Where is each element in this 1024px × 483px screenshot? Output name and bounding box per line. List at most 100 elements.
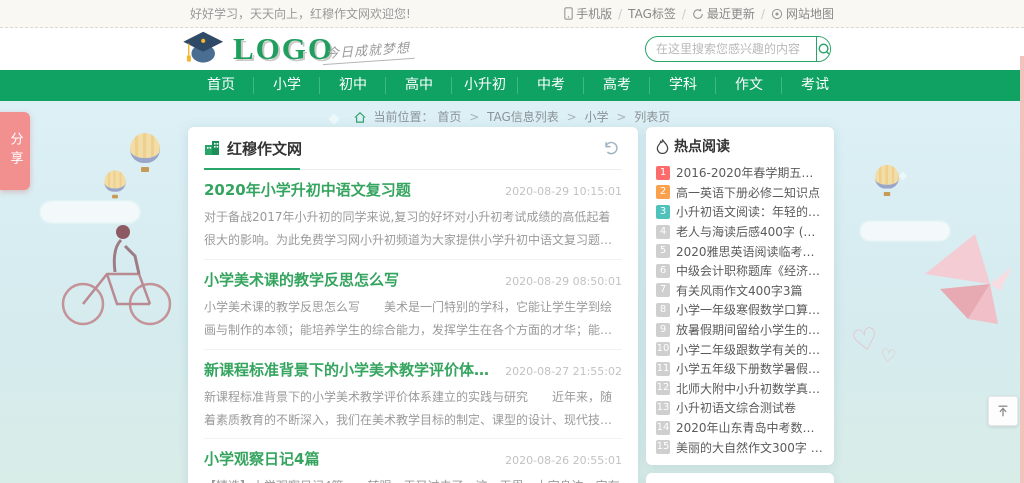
rank-badge: 8 [656, 303, 670, 317]
hot-item-text: 小升初语文阅读：年轻的国旗 [676, 203, 824, 220]
breadcrumb: 当前位置： 首页 > TAG信息列表 > 小学 > 列表页 [0, 108, 1024, 125]
page-scrollbar[interactable] [1020, 56, 1024, 483]
breadcrumb-xiaoxue[interactable]: 小学 [585, 110, 609, 124]
nav-item-zuowen[interactable]: 作文 [716, 70, 782, 101]
rank-badge: 2 [656, 185, 670, 199]
site-logo[interactable]: LOGO [183, 30, 334, 68]
heart-icon: ♡ [878, 345, 898, 368]
article-title-link[interactable]: 新课程标准背景下的小学美术教学评价体系建立的实践与研究 [204, 359, 497, 380]
share-label: 分享 [6, 132, 25, 170]
rank-badge: 10 [656, 342, 670, 356]
article-title-link[interactable]: 小学美术课的教学反思怎么写 [204, 269, 399, 290]
nav-item-subject[interactable]: 学科 [650, 70, 716, 101]
top-bar: 好好学习，天天向上，红穆作文网欢迎您! 手机版 / TAG标签 / 最近更新 /… [0, 0, 1024, 28]
search-icon [817, 42, 831, 57]
hot-item-text: 北师大附中小升初数学真题汇编 [676, 380, 824, 397]
hot-item-text: 2016-2020年春学期五年级语文下期末模拟 [676, 164, 824, 181]
breadcrumb-separator: > [567, 110, 577, 124]
breadcrumb-home[interactable]: 首页 [437, 110, 461, 124]
breadcrumb-separator: > [616, 110, 626, 124]
breadcrumb-taglist[interactable]: TAG信息列表 [487, 110, 559, 124]
graduation-cap-icon [183, 30, 227, 68]
undo-icon[interactable] [602, 139, 620, 161]
article-item: 小学观察日记4篇 2020-08-26 20:55:01 【精选】小学观察日记4… [204, 439, 622, 483]
recommend-reading-panel: 推荐阅读 1最欣赏的人作文400字 (精选3篇) 2关于感恩的中考满分作文600… [646, 473, 834, 483]
cloud-illustration [40, 201, 140, 223]
hot-item-text: 高一英语下册必修二知识点 [676, 184, 820, 201]
hot-item-text: 中级会计职称题库《经济法》检测题 [676, 262, 824, 279]
hot-list-item[interactable]: 9放暑假期间留给小学生的三年级英语作文范文 [656, 320, 824, 340]
recent-update-link[interactable]: 最近更新 [692, 5, 755, 22]
article-item: 小学美术课的教学反思怎么写 2020-08-29 08:50:01 小学美术课的… [204, 260, 622, 350]
hot-list-item[interactable]: 8 小学一年级寒假数学口算练习题三篇 [656, 300, 824, 320]
hot-reading-panel: 热点阅读 1 2016-2020年春学期五年级语文下期末模拟 2 高一英语下册必修二… [646, 127, 834, 465]
search-input[interactable] [646, 37, 816, 61]
article-title-link[interactable]: 小学观察日记4篇 [204, 448, 319, 469]
article-excerpt: 【精选】小学观察日记4篇 转眼一天又过去了，这一天里，大家身边一定有一些有趣的见… [204, 475, 622, 483]
article-date: 2020-08-26 20:55:01 [505, 454, 622, 467]
share-button[interactable]: 分享 [0, 112, 30, 190]
logo-text: LOGO [233, 31, 334, 67]
nav-item-primary[interactable]: 小学 [254, 70, 320, 101]
hot-list-item[interactable]: 6 中级会计职称题库《经济法》检测题 [656, 261, 824, 281]
phone-icon [564, 7, 573, 20]
hot-list-item[interactable]: 14 2020年山东青岛中考数学真题 (已公布) [656, 418, 824, 438]
recent-update-icon [692, 8, 704, 20]
hot-item-text: 2020年山东青岛中考数学真题 (已公布) [676, 419, 824, 436]
article-title-link[interactable]: 2020年小学升初中语文复习题 [204, 179, 411, 200]
mobile-version-link[interactable]: 手机版 [564, 5, 612, 22]
top-links: 手机版 / TAG标签 / 最近更新 / 网站地图 [564, 5, 834, 22]
article-excerpt: 小学美术课的教学反思怎么写 美术是一门特别的学科，它能让学生学到绘画与制作的本领… [204, 296, 622, 343]
hot-item-text: 有关风雨作文400字3篇 [676, 282, 803, 299]
hot-list-item[interactable]: 15美丽的大自然作文300字 (精选3篇) [656, 437, 824, 457]
breadcrumb-current: 列表页 [634, 110, 670, 124]
hot-list-item[interactable]: 12北师大附中小升初数学真题汇编 [656, 379, 824, 399]
back-to-top-button[interactable] [988, 396, 1018, 426]
site-slogan: 今日成就梦想 [321, 37, 414, 65]
back-to-top-icon [996, 404, 1010, 418]
sitemap-icon [771, 8, 783, 20]
tag-link[interactable]: TAG标签 [628, 5, 676, 22]
hot-list-item[interactable]: 10 小学二年级跟数学有关的日记 [656, 339, 824, 359]
rank-badge: 6 [656, 264, 670, 278]
home-icon [354, 112, 366, 123]
article-excerpt: 对于备战2017年小升初的同学来说,复习的好坏对小升初考试成绩的高低起着很大的影… [204, 206, 622, 253]
hot-panel-header: 热点阅读 [656, 136, 824, 156]
hot-list-item[interactable]: 11小学五年级下册数学暑假作业答案【20-61 [656, 359, 824, 379]
hot-item-text: 小学二年级跟数学有关的日记 [676, 341, 824, 358]
top-links-separator: / [761, 7, 765, 21]
hot-list-item[interactable]: 1 2016-2020年春学期五年级语文下期末模拟 [656, 163, 824, 183]
sitemap-link[interactable]: 网站地图 [771, 5, 834, 22]
hot-list-item[interactable]: 4 老人与海读后感400字 (精选3篇) [656, 222, 824, 242]
nav-item-senior[interactable]: 高中 [386, 70, 452, 101]
article-item: 2020年小学升初中语文复习题 2020-08-29 10:15:01 对于备战… [204, 170, 622, 260]
hot-list-item[interactable]: 5 2020雅思英语阅读临考冲刺试题附答案 [656, 241, 824, 261]
rank-badge: 5 [656, 244, 670, 258]
main-nav: 首页 小学 初中 高中 小升初 中考 高考 学科 作文 考试 [0, 70, 1024, 101]
breadcrumb-separator: > [469, 110, 479, 124]
rank-badge: 14 [656, 421, 670, 435]
paper-crane-illustration [920, 229, 1015, 334]
hot-item-text: 放暑假期间留给小学生的三年级英语作文范文 [676, 321, 824, 338]
hot-item-text: 小学一年级寒假数学口算练习题三篇 [676, 301, 824, 318]
nav-item-zhongkao[interactable]: 中考 [518, 70, 584, 101]
nav-item-xiaoshengchu[interactable]: 小升初 [452, 70, 518, 101]
content-area: ♡ ♡ 当前位置： 首页 > TAG信息列表 > 小学 > 列表页 红穆作文网 [0, 101, 1024, 483]
nav-item-gaokao[interactable]: 高考 [584, 70, 650, 101]
nav-item-kaoshi[interactable]: 考试 [782, 70, 848, 101]
hot-item-text: 2020雅思英语阅读临考冲刺试题附答案 [676, 243, 824, 260]
hot-list-item[interactable]: 3小升初语文阅读：年轻的国旗 [656, 202, 824, 222]
hot-list-item[interactable]: 2 高一英语下册必修二知识点 [656, 183, 824, 203]
hot-list-item[interactable]: 13小升初语文综合测试卷 [656, 398, 824, 418]
hot-item-text: 老人与海读后感400字 (精选3篇) [676, 223, 824, 240]
search-button[interactable] [816, 37, 831, 61]
article-date: 2020-08-29 10:15:01 [505, 185, 622, 198]
nav-item-home[interactable]: 首页 [188, 70, 254, 101]
hot-list-item[interactable]: 7有关风雨作文400字3篇 [656, 281, 824, 301]
rank-badge: 1 [656, 166, 670, 180]
flame-icon [656, 139, 669, 154]
nav-item-junior[interactable]: 初中 [320, 70, 386, 101]
rank-badge: 4 [656, 225, 670, 239]
cloud-illustration [860, 221, 950, 241]
page: 好好学习，天天向上，红穆作文网欢迎您! 手机版 / TAG标签 / 最近更新 /… [0, 0, 1024, 483]
